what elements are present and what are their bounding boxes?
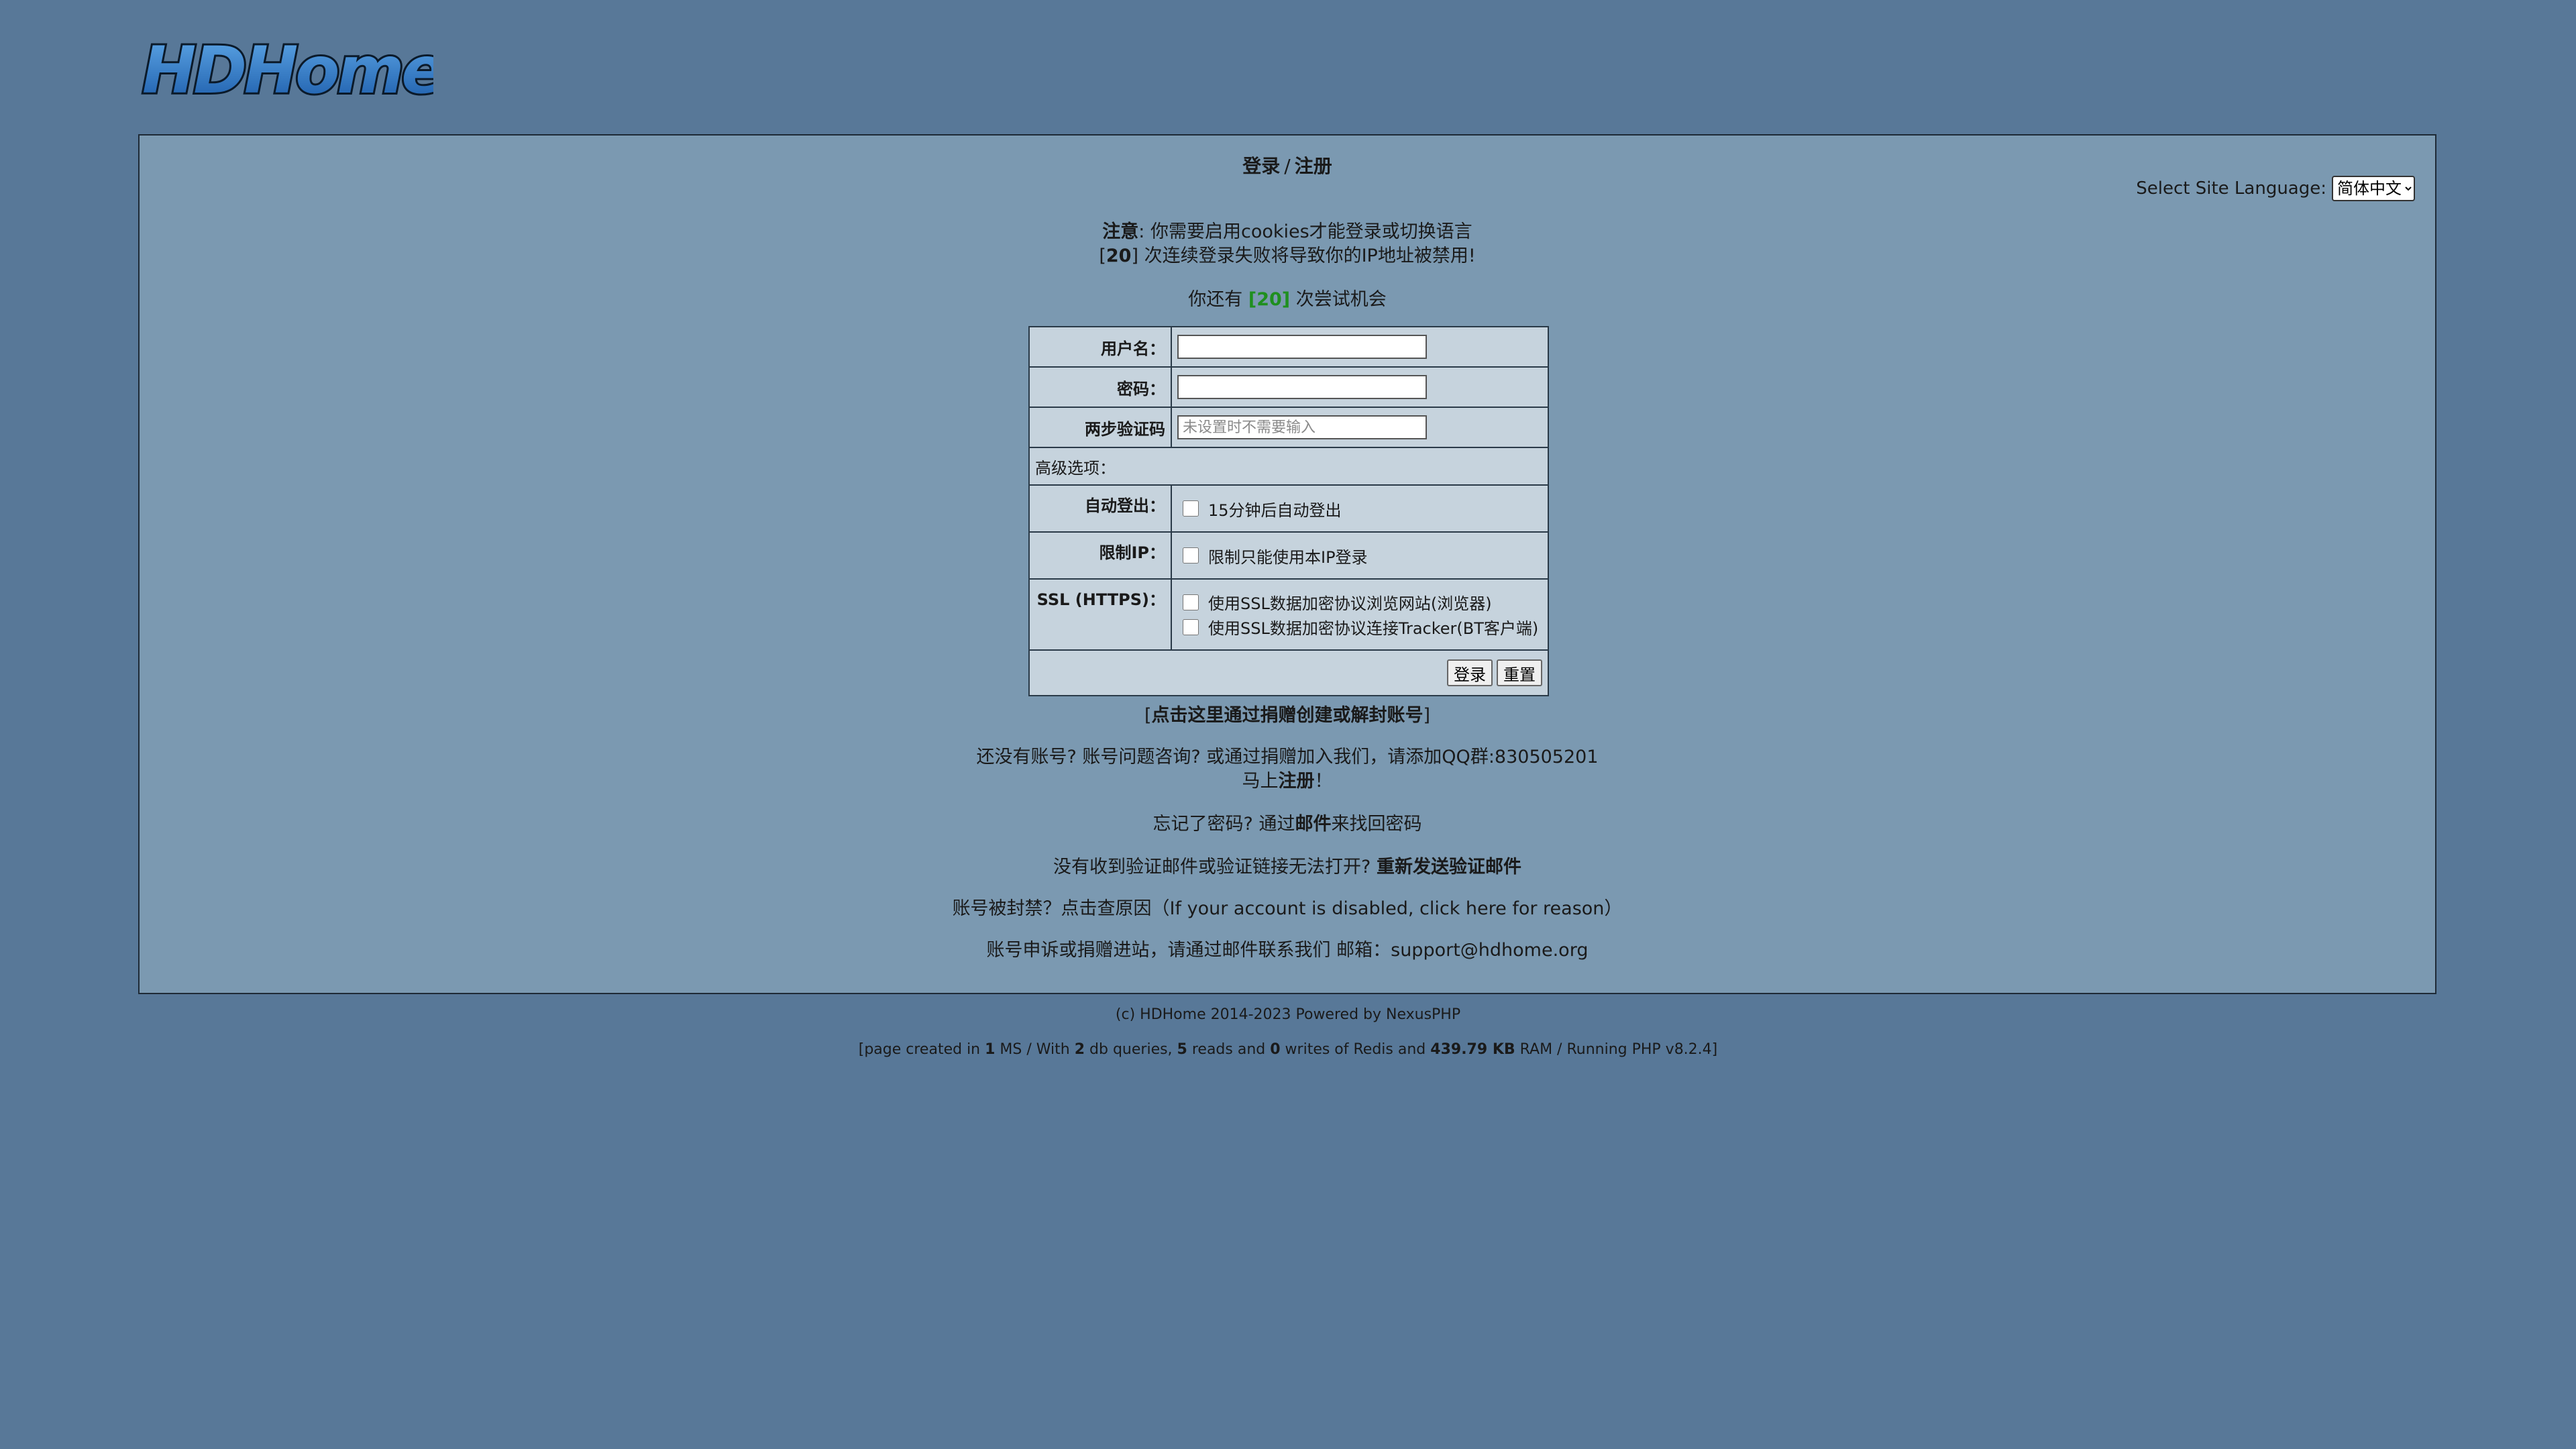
notice-text: : 你需要启用cookies才能登录或切换语言 (1138, 221, 1472, 242)
autologout-checkbox[interactable] (1183, 500, 1199, 517)
ssl-label: SSL (HTTPS)： (1028, 578, 1172, 651)
language-selector: Select Site Language: 简体中文 (2136, 176, 2415, 201)
forgot-email-link[interactable]: 邮件 (1295, 814, 1331, 835)
stats-queries: 2 (1074, 1041, 1085, 1058)
restrict-ip-text: 限制只能使用本IP登录 (1208, 547, 1368, 567)
stats-reads: 5 (1177, 1041, 1187, 1058)
form-actions: 登录 重置 (1028, 649, 1549, 696)
login-panel: 登录 / 注册 Select Site Language: 简体中文 注意: 你需要… (138, 134, 2436, 994)
svg-text:HDHome: HDHome (142, 35, 433, 105)
advanced-options-label: 高级选项： (1028, 447, 1549, 486)
username-label: 用户名： (1028, 326, 1172, 368)
resend-prefix: 没有收到验证邮件或验证链接无法打开? (1053, 857, 1371, 877)
resend-line: 没有收到验证邮件或验证链接无法打开? 重新发送验证邮件 (140, 852, 2435, 878)
ssl-browse-text: 使用SSL数据加密协议浏览网站(浏览器) (1208, 594, 1492, 613)
stats-ram: 439.79 KB (1430, 1041, 1515, 1058)
register-link[interactable]: 注册 (1279, 771, 1315, 792)
remaining-tries: 你还有 [20] 次尝试机会 (140, 284, 2435, 311)
donate-link-line: [点击这里通过捐赠创建或解封账号] (140, 700, 2435, 727)
stats-text-1: [page created in (858, 1041, 985, 1058)
language-label: Select Site Language: (2136, 178, 2326, 199)
donate-bracket-open: [ (1144, 705, 1152, 726)
twofa-label: 两步验证码 (1028, 407, 1172, 448)
register-suffix: ！ (1314, 771, 1333, 792)
password-input[interactable] (1177, 375, 1427, 399)
footer-copyright: (c) HDHome 2014-2023 Powered by NexusPHP (1115, 1006, 1461, 1023)
stats-text-4: reads and (1187, 1041, 1271, 1058)
notice: 注意: 你需要启用cookies才能登录或切换语言 [20] 次连续登录失败将导… (140, 220, 2435, 268)
language-select[interactable]: 简体中文 (2332, 176, 2415, 201)
resend-verification-link[interactable]: 重新发送验证邮件 (1377, 857, 1521, 877)
register-title: 注册 (1294, 155, 1332, 177)
login-button[interactable]: 登录 (1447, 659, 1493, 686)
tries-prefix: 你还有 (1188, 289, 1243, 310)
donate-link[interactable]: 点击这里通过捐赠创建或解封账号 (1152, 705, 1424, 726)
username-input[interactable] (1177, 335, 1427, 359)
forgot-prefix: 忘记了密码? 通过 (1152, 814, 1295, 835)
register-prefix: 马上 (1242, 771, 1279, 792)
stats-text-5: writes of Redis and (1280, 1041, 1431, 1058)
autologout-option[interactable]: 15分钟后自动登出 (1177, 497, 1542, 521)
notice-attempts-text: ] 次连续登录失败将导致你的IP地址被禁用! (1131, 246, 1476, 266)
ssl-tracker-text: 使用SSL数据加密协议连接Tracker(BT客户端) (1208, 619, 1539, 638)
title-separator: / (1284, 155, 1291, 177)
notice-bracket: [ (1099, 246, 1106, 266)
logo-image: HDHome (140, 35, 433, 105)
forgot-suffix: 来找回密码 (1331, 814, 1422, 835)
tries-count: [20] (1248, 289, 1291, 310)
notice-label: 注意 (1102, 221, 1139, 242)
qq-group-text: 还没有账号? 账号问题咨询? 或通过捐赠加入我们，请添加QQ群:83050520… (976, 747, 1599, 767)
password-label: 密码： (1028, 366, 1172, 408)
ssl-browse-checkbox[interactable] (1183, 594, 1199, 610)
stats-ms: 1 (985, 1041, 996, 1058)
donate-bracket-close: ] (1423, 705, 1431, 726)
register-line: 马上注册！ (140, 766, 2435, 792)
site-logo[interactable]: HDHome (138, 35, 433, 105)
restrict-ip-option[interactable]: 限制只能使用本IP登录 (1177, 544, 1542, 568)
page-title: 登录 / 注册 (140, 152, 2435, 178)
footer-stats: [page created in 1 MS / With 2 db querie… (0, 1041, 2576, 1058)
reset-button[interactable]: 重置 (1497, 659, 1542, 686)
stats-writes: 0 (1270, 1041, 1281, 1058)
twofa-input[interactable] (1177, 415, 1427, 439)
ssl-tracker-option[interactable]: 使用SSL数据加密协议连接Tracker(BT客户端) (1177, 615, 1542, 639)
autologout-label: 自动登出： (1028, 484, 1172, 533)
notice-attempts-count: 20 (1106, 246, 1132, 266)
stats-text-6: RAM / Running PHP v8.2.4] (1515, 1041, 1718, 1058)
forgot-password-line: 忘记了密码? 通过邮件来找回密码 (140, 809, 2435, 835)
stats-text-3: db queries, (1085, 1041, 1177, 1058)
login-title: 登录 (1242, 155, 1281, 177)
autologout-text: 15分钟后自动登出 (1208, 500, 1342, 520)
login-form: 用户名： 密码： 两步验证码 高级选项： 自动登出： 15分钟后自动登出 (1028, 326, 1549, 696)
restrict-ip-label: 限制IP： (1028, 531, 1172, 580)
ssl-tracker-checkbox[interactable] (1183, 619, 1199, 635)
appeal-contact-text: 账号申诉或捐赠进站，请通过邮件联系我们 邮箱：support@hdhome.or… (986, 940, 1589, 961)
stats-text-2: MS / With (995, 1041, 1075, 1058)
account-disabled-link[interactable]: 账号被封禁？点击查原因（If your account is disabled,… (140, 894, 2435, 920)
restrict-ip-checkbox[interactable] (1183, 547, 1199, 564)
tries-suffix: 次尝试机会 (1295, 289, 1387, 310)
page: HDHome 登录 / 注册 Select Site Language: 简体中文 … (0, 0, 2576, 1449)
ssl-browse-option[interactable]: 使用SSL数据加密协议浏览网站(浏览器) (1177, 590, 1542, 614)
